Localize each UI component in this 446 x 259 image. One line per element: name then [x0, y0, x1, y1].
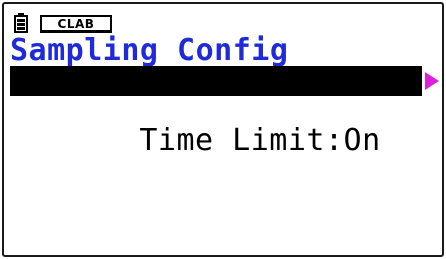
calculator-screen: CLAB Sampling Config Unit Name:mL Time L…	[2, 2, 444, 257]
menu-item-unit-name[interactable]: Unit Name:mL	[10, 66, 422, 126]
menu-item-time-limit[interactable]: Time Limit:On	[10, 96, 422, 156]
page-title: Sampling Config	[10, 33, 289, 68]
config-menu: Unit Name:mL Time Limit:On	[10, 66, 422, 156]
right-triangle-icon	[425, 72, 439, 90]
battery-icon	[14, 13, 28, 33]
mode-badge: CLAB	[40, 15, 112, 33]
menu-item-label: Time Limit:On	[139, 123, 381, 158]
